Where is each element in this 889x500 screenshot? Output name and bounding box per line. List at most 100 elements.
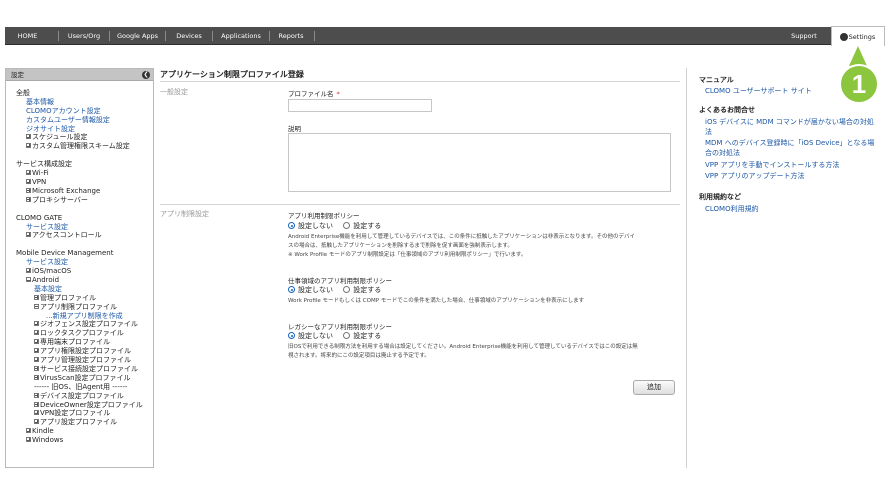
expand-icon[interactable] — [34, 294, 39, 300]
help-link-ios-device[interactable]: MDM へのデバイス登録時に「iOS Device」となる場合の対処法 — [705, 139, 880, 158]
radio-not-set[interactable] — [288, 286, 295, 293]
expand-icon[interactable] — [26, 187, 31, 193]
expand-icon[interactable] — [26, 134, 31, 140]
description-line: 視されます。将来的にこの設定項目は廃止する予定です。 — [288, 353, 430, 359]
expand-icon[interactable] — [34, 419, 39, 425]
expand-icon[interactable] — [34, 339, 39, 345]
sidebar-item[interactable]: スケジュール設定 — [6, 133, 153, 142]
expand-icon[interactable] — [34, 365, 39, 371]
expand-icon[interactable] — [34, 410, 39, 416]
nav-home[interactable]: HOME — [5, 27, 50, 45]
policy-label-work-profile: 仕事領域のアプリ利用制限ポリシー — [288, 277, 392, 285]
sidebar-item[interactable]: Android — [6, 276, 153, 285]
help-link-user-support[interactable]: CLOMO ユーザーサポート サイト — [705, 87, 880, 97]
profile-name-input[interactable] — [288, 99, 432, 112]
sidebar-item[interactable]: デバイス設定プロファイル — [6, 392, 153, 401]
sidebar-item-label: Windows — [32, 436, 64, 445]
sidebar-item-label: ジオサイト設定 — [26, 124, 75, 133]
radio-set[interactable] — [343, 222, 351, 229]
expand-icon[interactable] — [34, 348, 39, 354]
sidebar-item[interactable]: アプリ権限設定プロファイル — [6, 347, 153, 356]
nav-google-apps[interactable]: Google Apps — [110, 27, 165, 45]
radio-set[interactable] — [343, 332, 351, 339]
sidebar-item[interactable]: カスタムユーザー情報設定 — [6, 116, 153, 125]
expand-icon[interactable] — [34, 321, 39, 327]
radio-not-set[interactable] — [288, 332, 295, 339]
sidebar-item[interactable]: アクセスコントロール — [6, 231, 153, 240]
sidebar: 設定 ❮ 全般 基本情報 CLOMOアカウント設定 カスタムユーザー情報設定 ジオサイト… — [5, 68, 154, 468]
collapse-tree-icon[interactable] — [34, 303, 39, 309]
help-link-vpp-install[interactable]: VPP アプリを手動でインストールする方法 — [705, 161, 880, 171]
sidebar-item[interactable]: Kindle — [6, 427, 153, 436]
sidebar-item[interactable]: サービス設定 — [6, 223, 153, 232]
sidebar-item[interactable]: 基本情報 — [6, 98, 153, 107]
expand-icon[interactable] — [34, 401, 39, 407]
add-button[interactable]: 追加 — [633, 380, 675, 395]
help-link-mdm-command[interactable]: iOS デバイスに MDM コマンドが届かない場合の対処法 — [705, 118, 880, 137]
nav-users-org[interactable]: Users/Org — [59, 27, 109, 45]
policy-radio-group: 設定しない 設定する — [288, 222, 389, 231]
sidebar-item[interactable]: アプリ設定プロファイル — [6, 418, 153, 427]
sidebar-item[interactable]: Wi-Fi — [6, 169, 153, 178]
expand-icon[interactable] — [26, 268, 31, 274]
nav-reports[interactable]: Reports — [270, 27, 312, 45]
sidebar-item-label: Microsoft Exchange — [32, 186, 101, 195]
sidebar-item-label: VPN — [32, 178, 47, 187]
help-link-terms[interactable]: CLOMO利用規約 — [705, 205, 880, 215]
sidebar-item[interactable]: CLOMOアカウント設定 — [6, 107, 153, 116]
sidebar-item-label: Kindle — [32, 427, 54, 436]
nav-settings-tab[interactable]: Settings — [831, 26, 885, 46]
description-line: Android Enterprise機能を利用して管理しているデバイスでは、この… — [288, 234, 635, 240]
sidebar-item[interactable]: アプリ制限プロファイル — [6, 303, 153, 312]
sidebar-item[interactable]: ロックタスクプロファイル — [6, 329, 153, 338]
sidebar-item[interactable]: VPN — [6, 178, 153, 187]
sidebar-item[interactable]: Microsoft Exchange — [6, 187, 153, 196]
nav-devices[interactable]: Devices — [166, 27, 212, 45]
expand-icon[interactable] — [26, 232, 31, 238]
radio-set[interactable] — [343, 286, 351, 293]
sidebar-item[interactable]: アプリ管理設定プロファイル — [6, 356, 153, 365]
expand-icon[interactable] — [26, 143, 31, 149]
expand-icon[interactable] — [34, 330, 39, 336]
expand-icon[interactable] — [26, 428, 31, 434]
sidebar-item[interactable]: サービス設定 — [6, 258, 153, 267]
sidebar-item-label: DeviceOwner設定プロファイル — [40, 400, 143, 409]
description-textarea[interactable] — [288, 133, 671, 192]
sidebar-item[interactable]: 専用端末プロファイル — [6, 338, 153, 347]
nav-support[interactable]: Support — [784, 27, 824, 45]
sidebar-item-label: ロックタスクプロファイル — [40, 329, 124, 338]
help-heading-faq: よくあるお問合せ — [699, 106, 755, 114]
sidebar-item-label: Android — [32, 276, 60, 285]
sidebar-item[interactable]: カスタム管理権限スキーム設定 — [6, 142, 153, 151]
nav-applications[interactable]: Applications — [213, 27, 269, 45]
expand-icon[interactable] — [26, 170, 31, 176]
help-link-vpp-update[interactable]: VPP アプリのアップデート方法 — [705, 172, 880, 182]
sidebar-item-label: Wi-Fi — [32, 169, 49, 178]
expand-icon[interactable] — [26, 179, 31, 185]
sidebar-item[interactable]: 基本設定 — [6, 285, 153, 294]
expand-icon[interactable] — [34, 374, 39, 380]
sidebar-item[interactable]: Windows — [6, 436, 153, 445]
divider — [160, 204, 680, 205]
expand-icon[interactable] — [34, 357, 39, 363]
sidebar-item-label: ------ 旧OS、旧Agent用 ------ — [34, 382, 128, 391]
sidebar-item-label: 管理プロファイル — [40, 293, 96, 302]
gear-icon — [840, 34, 847, 40]
nav-settings-label: Settings — [848, 33, 876, 41]
sidebar-item[interactable]: VirusScan設定プロファイル — [6, 374, 153, 383]
expand-icon[interactable] — [26, 196, 31, 202]
radio-not-set[interactable] — [288, 222, 295, 229]
collapse-tree-icon[interactable] — [26, 277, 31, 283]
sidebar-item[interactable]: VPN設定プロファイル — [6, 409, 153, 418]
expand-icon[interactable] — [26, 437, 31, 443]
sidebar-item[interactable]: iOS/macOS — [6, 267, 153, 276]
collapse-icon[interactable]: ❮ — [142, 71, 150, 79]
description-line: スの場合は、抵触したアプリケーションを削除するまで削除を促す画面を強制表示します… — [288, 243, 513, 249]
expand-icon[interactable] — [34, 392, 39, 398]
sidebar-item[interactable]: 管理プロファイル — [6, 294, 153, 303]
sidebar-item[interactable]: プロキシサーバー — [6, 196, 153, 205]
sidebar-item[interactable]: サービス接続設定プロファイル — [6, 365, 153, 374]
policy-description: Work Profile モードもしくは COMP モードでこの条件を満たした場… — [288, 297, 678, 306]
